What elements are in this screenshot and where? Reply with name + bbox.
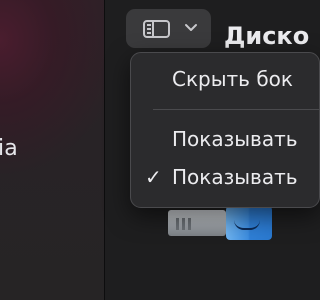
menu-item-show-option-2[interactable]: ✓ Показывать: [131, 163, 319, 193]
window-title: Диско: [224, 22, 310, 50]
sidebar-toggle-button[interactable]: [126, 9, 211, 48]
chevron-down-icon: [185, 24, 197, 31]
sidebar-toggle-icon: [143, 20, 170, 38]
view-options-menu: Скрыть бок Показывать ✓ Показывать: [130, 52, 320, 208]
sidebar: ia: [0, 0, 104, 300]
disk-icon[interactable]: [168, 210, 226, 236]
menu-item-label: Показывать: [172, 127, 298, 151]
sidebar-item-label[interactable]: ia: [0, 136, 18, 161]
menu-item-label: Показывать: [172, 165, 298, 189]
finder-icon[interactable]: [226, 206, 272, 240]
menu-item-show-option-1[interactable]: Показывать: [131, 125, 319, 155]
menu-item-label: Скрыть бок: [172, 67, 293, 91]
menu-separator: [153, 109, 319, 110]
menu-item-hide-sidebar[interactable]: Скрыть бок: [131, 65, 319, 95]
checkmark-icon: ✓: [145, 165, 162, 189]
